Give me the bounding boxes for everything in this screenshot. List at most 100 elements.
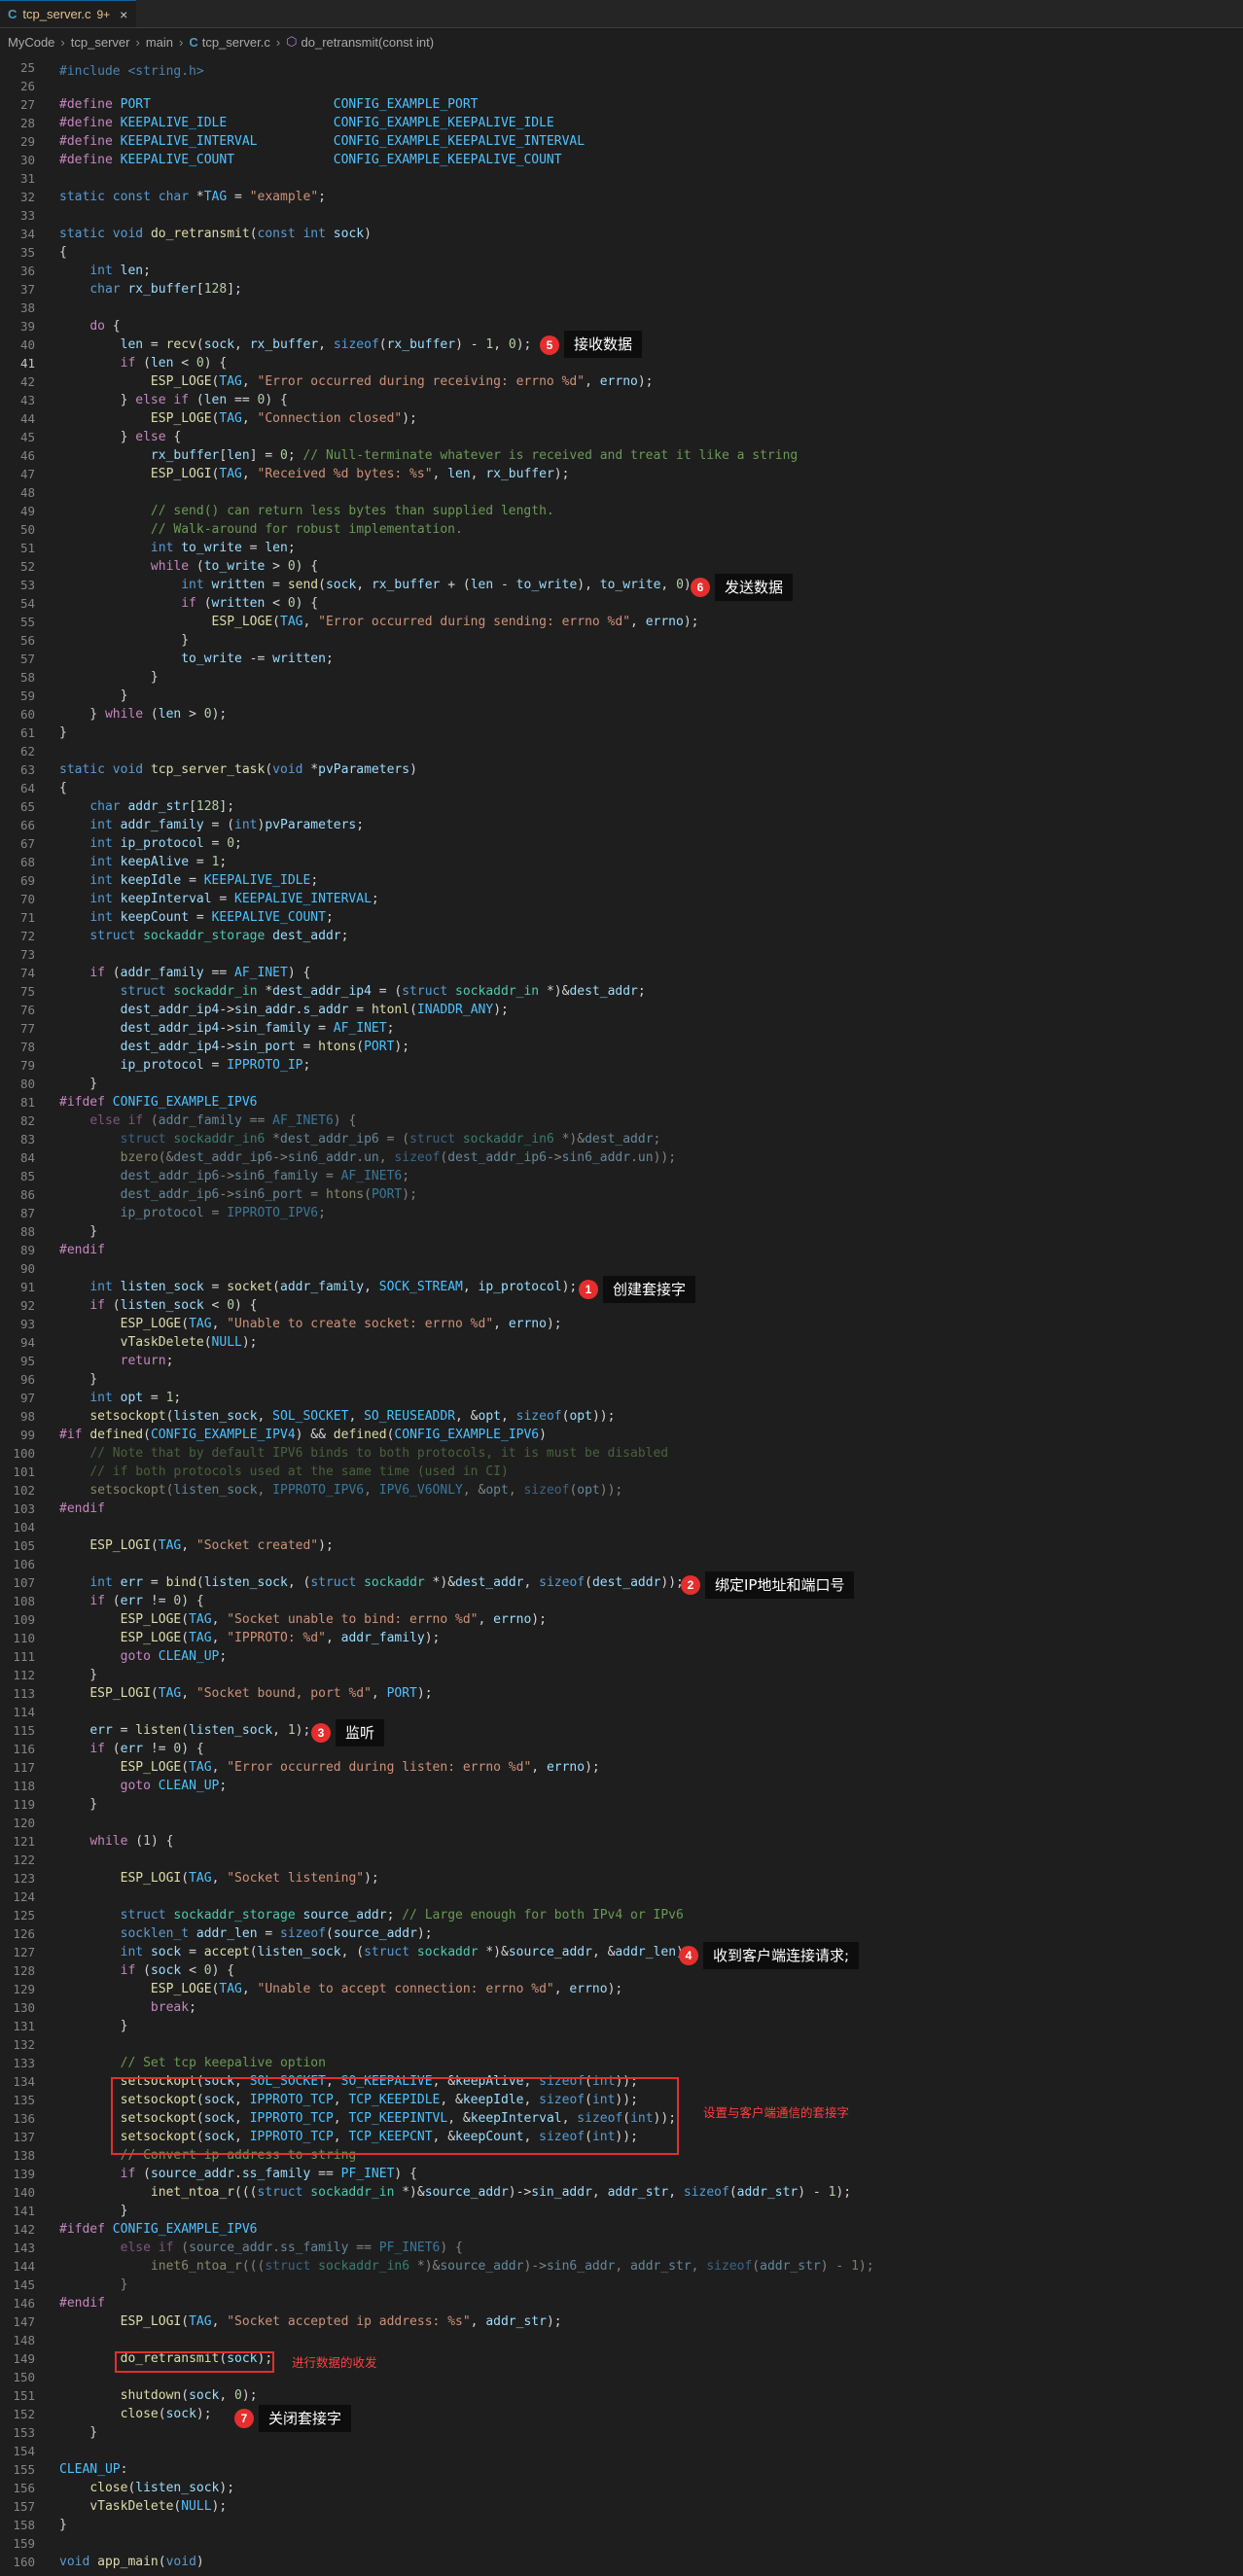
code-line[interactable]: 71 int keepCount = KEEPALIVE_COUNT; [0, 908, 1243, 927]
code-line[interactable]: 60 } while (len > 0); [0, 705, 1243, 723]
code-line[interactable]: 88 } [0, 1222, 1243, 1241]
code-line[interactable]: 68 int keepAlive = 1; [0, 853, 1243, 871]
breadcrumb-item-main[interactable]: main [146, 35, 173, 50]
code-line[interactable]: 97 int opt = 1; [0, 1389, 1243, 1407]
code-line[interactable]: 128 if (sock < 0) { [0, 1961, 1243, 1980]
code-line[interactable]: 63 static void tcp_server_task(void *pvPa… [0, 760, 1243, 779]
code-line[interactable]: 100 // Note that by default IPV6 binds t… [0, 1444, 1243, 1463]
code-line[interactable]: 145 } [0, 2276, 1243, 2294]
code-line[interactable]: 38 [0, 299, 1243, 317]
code-line[interactable]: 113 ESP_LOGI(TAG, "Socket bound, port %d… [0, 1684, 1243, 1703]
code-line[interactable]: 87 ip_protocol = IPPROTO_IPV6; [0, 1204, 1243, 1222]
code-line[interactable]: 67 int ip_protocol = 0; [0, 834, 1243, 853]
code-line[interactable]: 78 dest_addr_ip4->sin_port = htons(PORT)… [0, 1038, 1243, 1056]
breadcrumb-item-tcp-server[interactable]: tcp_server [71, 35, 130, 50]
tab-tcp-server-c[interactable]: C tcp_server.c 9+ × [0, 0, 136, 27]
code-line[interactable]: 57 to_write -= written; [0, 650, 1243, 668]
code-line[interactable]: 48 [0, 483, 1243, 502]
code-line[interactable]: 101 // if both protocols used at the sam… [0, 1463, 1243, 1481]
code-line[interactable]: 45 } else { [0, 428, 1243, 446]
code-line[interactable]: 75 struct sockaddr_in *dest_addr_ip4 = (… [0, 982, 1243, 1001]
code-line[interactable]: 139 if (source_addr.ss_family == PF_INET… [0, 2165, 1243, 2183]
code-line[interactable]: 70 int keepInterval = KEEPALIVE_INTERVAL… [0, 890, 1243, 908]
code-line[interactable]: 140 inet_ntoa_r(((struct sockaddr_in *)&… [0, 2183, 1243, 2202]
code-line[interactable]: 74 if (addr_family == AF_INET) { [0, 964, 1243, 982]
code-line[interactable]: 117 ESP_LOGE(TAG, "Error occurred during… [0, 1758, 1243, 1777]
code-line[interactable]: 51 int to_write = len; [0, 539, 1243, 557]
code-line[interactable]: 146 #endif [0, 2294, 1243, 2312]
code-line[interactable]: 154 [0, 2442, 1243, 2460]
code-line[interactable]: 129 ESP_LOGE(TAG, "Unable to accept conn… [0, 1980, 1243, 1998]
code-line[interactable]: 77 dest_addr_ip4->sin_family = AF_INET; [0, 1019, 1243, 1038]
code-line[interactable]: 119 } [0, 1795, 1243, 1814]
code-line[interactable]: 73 [0, 945, 1243, 964]
code-line[interactable]: 143 else if (source_addr.ss_family == PF… [0, 2239, 1243, 2257]
code-line[interactable]: 114 [0, 1703, 1243, 1721]
code-line[interactable]: 155 CLEAN_UP: [0, 2460, 1243, 2479]
code-line[interactable]: 123 ESP_LOGI(TAG, "Socket listening"); [0, 1869, 1243, 1888]
code-line[interactable]: 28 #define KEEPALIVE_IDLE CONFIG_EXAMPLE_… [0, 114, 1243, 132]
code-line[interactable]: 37 char rx_buffer[128]; [0, 280, 1243, 299]
code-line[interactable]: 27 #define PORT CONFIG_EXAMPLE_PORT [0, 95, 1243, 114]
code-line[interactable]: 89 #endif [0, 1241, 1243, 1259]
code-line[interactable]: 105 ESP_LOGI(TAG, "Socket created"); [0, 1536, 1243, 1555]
code-line[interactable]: 99 #if defined(CONFIG_EXAMPLE_IPV4) && de… [0, 1426, 1243, 1444]
code-line[interactable]: 80 } [0, 1075, 1243, 1093]
code-line[interactable]: 65 char addr_str[128]; [0, 797, 1243, 816]
code-line[interactable]: 107 int err = bind(listen_sock, (struct … [0, 1573, 1243, 1592]
code-line[interactable]: 86 dest_addr_ip6->sin6_port = htons(PORT… [0, 1185, 1243, 1204]
code-line[interactable]: 110 ESP_LOGE(TAG, "IPPROTO: %d", addr_fa… [0, 1629, 1243, 1647]
code-line[interactable]: 103 #endif [0, 1500, 1243, 1518]
code-line[interactable]: 26 [0, 77, 1243, 95]
code-line[interactable]: 61} [0, 723, 1243, 742]
code-line[interactable]: 120 [0, 1814, 1243, 1832]
code-line[interactable]: 32 static const char *TAG = "example"; [0, 188, 1243, 206]
code-line[interactable]: 130 break; [0, 1998, 1243, 2017]
code-line[interactable]: 31 [0, 169, 1243, 188]
code-line[interactable]: 46 rx_buffer[len] = 0; // Null-terminate… [0, 446, 1243, 465]
code-line[interactable]: 127 int sock = accept(listen_sock, (stru… [0, 1943, 1243, 1961]
code-line[interactable]: 76 dest_addr_ip4->sin_addr.s_addr = hton… [0, 1001, 1243, 1019]
code-line[interactable]: 144 inet6_ntoa_r(((struct sockaddr_in6 *… [0, 2257, 1243, 2276]
code-line[interactable]: 131 } [0, 2017, 1243, 2035]
breadcrumb-item-mycode[interactable]: MyCode [8, 35, 54, 50]
code-line[interactable]: 42 ESP_LOGE(TAG, "Error occurred during … [0, 372, 1243, 391]
code-line[interactable]: 58 } [0, 668, 1243, 687]
code-line[interactable]: 111 goto CLEAN_UP; [0, 1647, 1243, 1666]
code-line[interactable]: 62 [0, 742, 1243, 760]
code-line[interactable]: 59 } [0, 687, 1243, 705]
code-line[interactable]: 151 shutdown(sock, 0); [0, 2386, 1243, 2405]
code-line[interactable]: 84 bzero(&dest_addr_ip6->sin6_addr.un, s… [0, 1148, 1243, 1167]
code-line[interactable]: 125 struct sockaddr_storage source_addr;… [0, 1906, 1243, 1924]
code-line[interactable]: 157 vTaskDelete(NULL); [0, 2497, 1243, 2516]
breadcrumb-item-file[interactable]: tcp_server.c [202, 35, 270, 50]
code-line[interactable]: 98 setsockopt(listen_sock, SOL_SOCKET, S… [0, 1407, 1243, 1426]
code-line[interactable]: 52 while (to_write > 0) { [0, 557, 1243, 576]
code-line[interactable]: 142 #ifdef CONFIG_EXAMPLE_IPV6 [0, 2220, 1243, 2239]
code-line[interactable]: 141 } [0, 2202, 1243, 2220]
code-line[interactable]: 55 ESP_LOGE(TAG, "Error occurred during … [0, 613, 1243, 631]
code-line[interactable]: 159 [0, 2534, 1243, 2553]
code-line[interactable]: 160 void app_main(void) [0, 2553, 1243, 2571]
code-line[interactable]: 133 // Set tcp keepalive option [0, 2054, 1243, 2072]
code-line[interactable]: 95 return; [0, 1352, 1243, 1370]
close-icon[interactable]: × [120, 7, 127, 22]
code-line[interactable]: 85 dest_addr_ip6->sin6_family = AF_INET6… [0, 1167, 1243, 1185]
code-line[interactable]: 116 if (err != 0) { [0, 1740, 1243, 1758]
code-line[interactable]: 44 ESP_LOGE(TAG, "Connection closed"); [0, 409, 1243, 428]
code-line[interactable]: 96 } [0, 1370, 1243, 1389]
code-line[interactable]: 104 [0, 1518, 1243, 1536]
code-line[interactable]: 124 [0, 1888, 1243, 1906]
code-line[interactable]: 82 else if (addr_family == AF_INET6) { [0, 1112, 1243, 1130]
code-line[interactable]: 115 err = listen(listen_sock, 1); [0, 1721, 1243, 1740]
code-line[interactable]: 49 // send() can return less bytes than … [0, 502, 1243, 520]
breadcrumb-item-function[interactable]: do_retransmit(const int) [302, 35, 435, 50]
code-line[interactable]: 148 [0, 2331, 1243, 2349]
code-line[interactable]: 132 [0, 2035, 1243, 2054]
code-line[interactable]: 108 if (err != 0) { [0, 1592, 1243, 1610]
code-line[interactable]: 43 } else if (len == 0) { [0, 391, 1243, 409]
code-line[interactable]: 25 [0, 58, 1243, 77]
code-line[interactable]: 102 setsockopt(listen_sock, IPPROTO_IPV6… [0, 1481, 1243, 1500]
code-line[interactable]: 33 [0, 206, 1243, 225]
code-line[interactable]: 106 [0, 1555, 1243, 1573]
